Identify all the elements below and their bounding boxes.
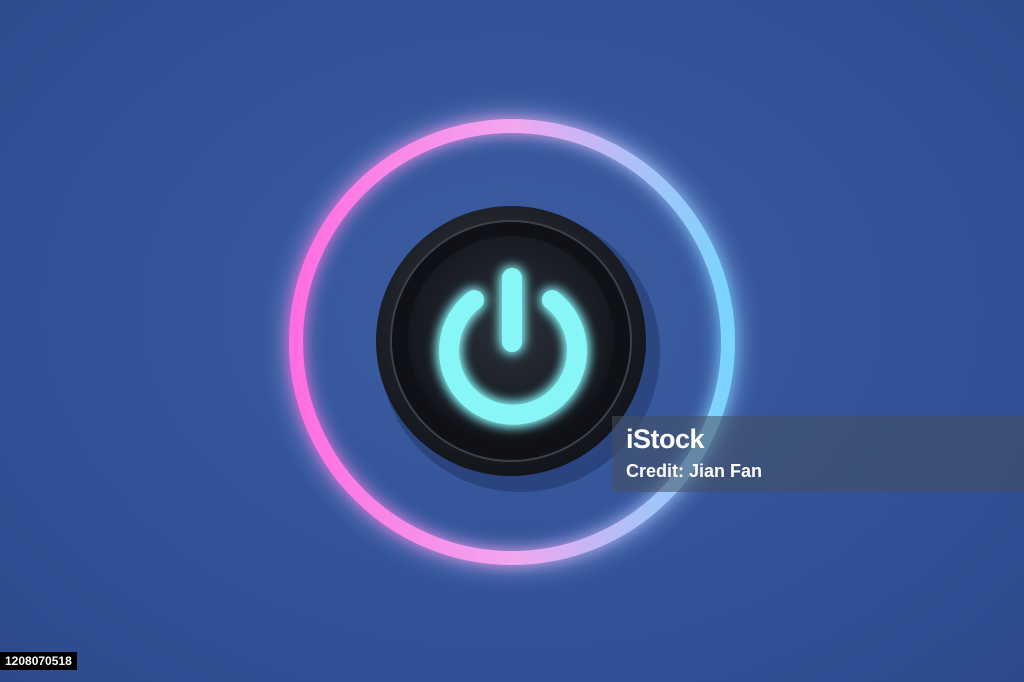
photo-scene: iStock Credit: Jian Fan 1208070518 — [0, 0, 1024, 682]
power-button-illustration — [262, 92, 762, 592]
image-id-label: 1208070518 — [0, 652, 77, 670]
watermark-credit: Credit: Jian Fan — [626, 461, 763, 481]
watermark-logo: iStock — [626, 424, 705, 454]
